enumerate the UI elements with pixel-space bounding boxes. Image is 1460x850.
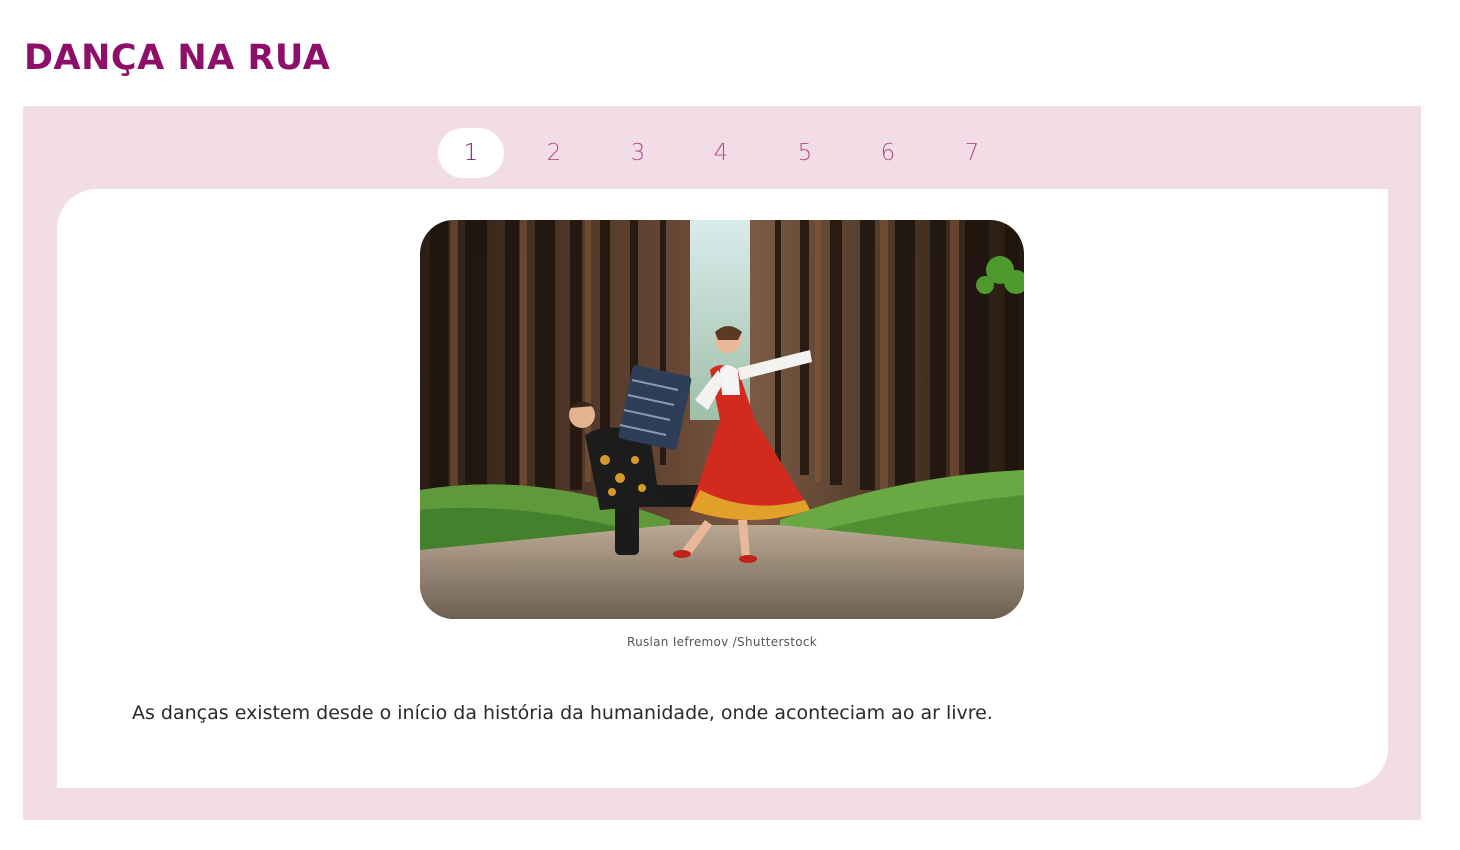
page-button-7[interactable]: 7 (939, 128, 1005, 178)
page-button-2[interactable]: 2 (521, 128, 587, 178)
page-title: DANÇA NA RUA (24, 38, 331, 78)
page-button-4[interactable]: 4 (688, 128, 754, 178)
carousel: 1 2 3 4 5 6 7 Ruslan Iefremov /Shutterst… (23, 106, 1421, 820)
page-button-6[interactable]: 6 (855, 128, 921, 178)
dance-photo-illustration (420, 220, 1024, 619)
page-button-5[interactable]: 5 (772, 128, 838, 178)
slide-card: Ruslan Iefremov /Shutterstock As danças … (57, 189, 1388, 788)
slide-text: As danças existem desde o início da hist… (132, 702, 993, 724)
page-button-3[interactable]: 3 (605, 128, 671, 178)
slide-photo (420, 220, 1024, 619)
image-credit: Ruslan Iefremov /Shutterstock (626, 635, 818, 649)
carousel-pager: 1 2 3 4 5 6 7 (23, 128, 1421, 178)
page-button-1[interactable]: 1 (438, 128, 504, 178)
